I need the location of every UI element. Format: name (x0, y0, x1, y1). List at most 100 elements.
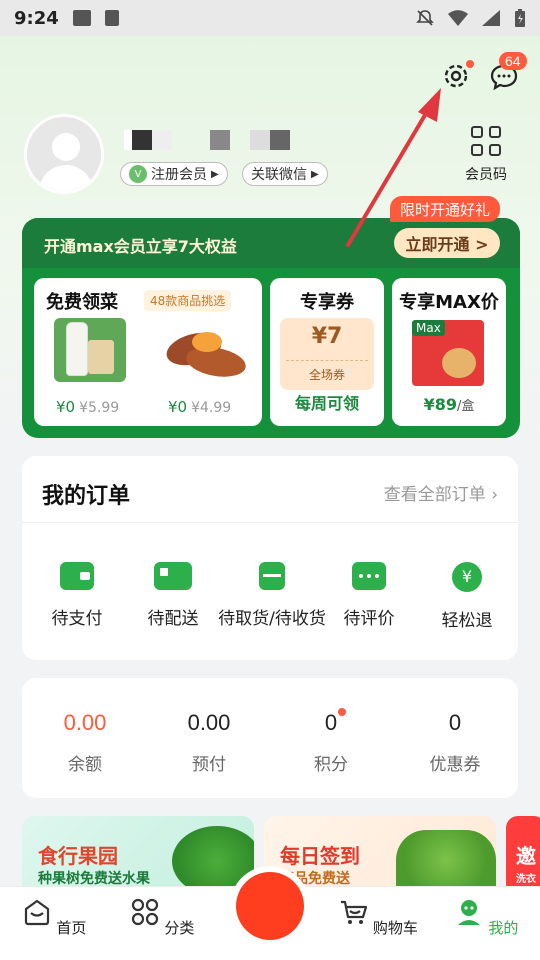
glass-shape (88, 340, 114, 374)
prepaid-value: 0.00 (187, 710, 231, 735)
status-bar: 9:24 (0, 0, 540, 36)
wifi-icon (448, 10, 468, 26)
link-wechat-chip[interactable]: 关联微信 ▶ (242, 162, 328, 186)
coupon-title: 专享券 (300, 292, 354, 313)
settings-red-dot (466, 60, 474, 68)
order-easy-refund[interactable]: ¥ 轻松退 (412, 562, 522, 631)
avatar[interactable] (24, 114, 104, 194)
tab-home-label: 首页 (56, 919, 87, 937)
refund-icon: ¥ (452, 562, 482, 592)
easy-refund-label: 轻松退 (441, 611, 493, 631)
max-price-unit: /盒 (457, 399, 475, 414)
mask-block (210, 130, 230, 150)
pending-review-label: 待评价 (343, 609, 395, 629)
pending-payment-label: 待支付 (51, 609, 103, 629)
coupons-label: 优惠券 (429, 755, 481, 775)
triangle-right-icon: ▶ (311, 168, 319, 180)
balance-label: 余额 (68, 755, 102, 775)
prepaid-label: 预付 (192, 755, 226, 775)
tab-home[interactable]: 首页 (14, 897, 94, 938)
home-icon (24, 899, 49, 926)
triangle-right-icon: ▶ (211, 168, 219, 180)
tab-mine-label: 我的 (488, 919, 519, 937)
mask-block (152, 130, 172, 150)
messages-button[interactable]: 64 (489, 52, 527, 92)
bottle-shape (66, 322, 88, 376)
vegetable-illustration (396, 830, 496, 890)
register-member-chip[interactable]: V 注册会员 ▶ (120, 162, 228, 186)
tab-category-label: 分类 (164, 919, 195, 937)
member-code-button[interactable]: 会员码 (458, 126, 514, 184)
view-all-orders-link[interactable]: 查看全部订单 › (384, 480, 498, 505)
coupons-value: 0 (448, 710, 462, 735)
item2-original-price: ¥4.99 (191, 400, 232, 416)
image-notification-icon (72, 10, 91, 26)
coupon-label: 全场券 (308, 368, 345, 382)
balance-item[interactable]: 0.00 余额 (30, 710, 140, 775)
coupons-item[interactable]: 0 优惠券 (400, 710, 510, 775)
mute-icon (416, 10, 434, 26)
max-price-value: ¥89/盒 (392, 395, 506, 414)
item1-price-row: ¥0 ¥5.99 (56, 398, 119, 416)
pending-pickup-label: 待取货/待收货 (218, 609, 326, 629)
points-item[interactable]: 0 积分 (276, 708, 386, 775)
cookie-box-product-image: Max (412, 320, 484, 386)
cart-icon (341, 900, 368, 924)
free-veg-panel[interactable]: 免费领菜 48款商品挑选 ¥0 ¥5.99 ¥0 ¥4.99 (34, 278, 262, 426)
limited-offer-tag: 限时开通好礼 (390, 196, 501, 222)
masked-username (124, 130, 304, 150)
mask-block (132, 130, 152, 150)
chevron-right-icon: › (491, 485, 498, 505)
tab-cart-label: 购物车 (372, 919, 418, 937)
fruit-garden-title: 食行果园 (38, 844, 118, 868)
wallet-icon (60, 562, 94, 590)
settings-button[interactable] (440, 60, 474, 92)
avatar-head-silhouette (52, 133, 80, 161)
avatar-body-silhouette (39, 165, 93, 191)
package-icon (259, 562, 285, 590)
item1-price: ¥0 (56, 398, 76, 416)
prepaid-item[interactable]: 0.00 预付 (154, 710, 264, 775)
tab-cart[interactable]: 购物车 (338, 897, 418, 938)
signal-icon (482, 10, 500, 26)
potato-cut-shape (192, 332, 222, 352)
exclusive-coupon-panel[interactable]: 专享券 ¥7 全场券 每周可领 (270, 278, 384, 426)
max-membership-card: 开通max会员立享7大权益 立即开通 > 限时开通好礼 免费领菜 48款商品挑选… (22, 196, 520, 438)
coupon-value: ¥7 (311, 324, 343, 349)
link-wechat-label: 关联微信 (251, 167, 307, 183)
invite-title: 邀 (516, 844, 536, 868)
fruit-garden-subtitle: 种果树免费送水果 (38, 871, 150, 887)
daily-checkin-title: 每日签到 (280, 844, 360, 868)
max-price-title: 专享MAX价 (399, 292, 499, 313)
free-veg-title: 免费领菜 (46, 292, 118, 313)
package-seam (263, 574, 281, 577)
cookie-shape (442, 348, 476, 378)
orders-title: 我的订单 (42, 484, 131, 509)
my-orders-card: 我的订单 查看全部订单 › 待支付 待配送 待取货/待收货 待评价 ¥ 轻松退 (22, 456, 518, 660)
mask-block (270, 130, 290, 150)
order-pending-payment[interactable]: 待支付 (22, 562, 132, 629)
tab-category[interactable]: 分类 (122, 897, 202, 938)
fruit-garden-banner[interactable]: 食行果园 种果树免费送水果 (22, 816, 254, 896)
status-time: 9:24 (14, 7, 59, 29)
pending-delivery-label: 待配送 (147, 609, 199, 629)
max-price-amount: ¥89 (423, 395, 457, 414)
invite-banner[interactable]: 邀 洗衣 (506, 816, 540, 896)
soy-milk-product-image (54, 318, 126, 382)
coupon-ticket: ¥7 全场券 (280, 318, 374, 390)
open-max-button[interactable]: 立即开通 > (394, 228, 500, 258)
center-action-button[interactable] (236, 872, 304, 940)
balance-value: 0.00 (63, 710, 107, 735)
member-code-label: 会员码 (465, 167, 507, 183)
max-price-panel[interactable]: 专享MAX价 Max ¥89/盒 (392, 278, 506, 426)
truck-window (160, 568, 168, 576)
sweet-potato-product-image (163, 324, 248, 381)
profile-icon (457, 900, 480, 925)
points-red-dot (338, 708, 346, 716)
a-notification-icon (104, 10, 119, 26)
view-all-orders-label: 查看全部订单 (383, 485, 486, 505)
vip-level-icon: V (129, 165, 147, 183)
battery-icon (515, 9, 525, 27)
tab-mine[interactable]: 我的 (446, 897, 526, 938)
order-pending-review[interactable]: 待评价 (314, 562, 424, 629)
